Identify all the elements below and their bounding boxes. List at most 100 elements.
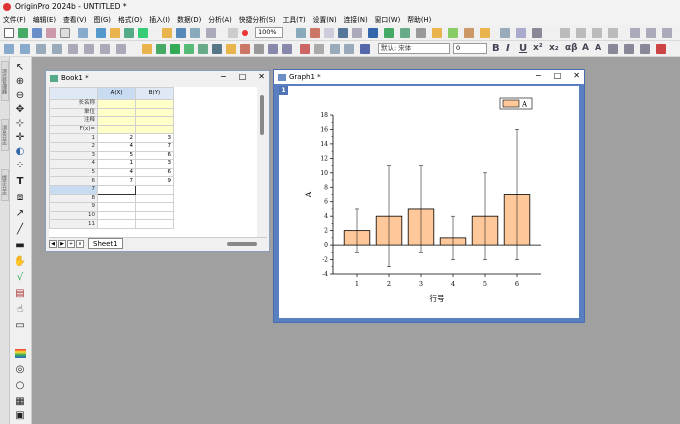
first-sheet-icon[interactable]: ◀ bbox=[49, 239, 57, 248]
maximize-button[interactable]: □ bbox=[554, 71, 562, 80]
bar-chart[interactable]: -4-20246810121416181 2 3 4 5 6行号AA bbox=[279, 86, 579, 318]
zoom-out-icon[interactable]: ⊖ bbox=[13, 89, 27, 101]
minimize-button[interactable]: − bbox=[535, 71, 542, 80]
layer-management-icon[interactable] bbox=[368, 28, 378, 38]
lasso-icon[interactable]: ☝ bbox=[13, 303, 27, 315]
meta-cell[interactable] bbox=[135, 107, 174, 118]
menu-graph[interactable]: 图(G) bbox=[94, 14, 111, 24]
front-icon[interactable] bbox=[268, 44, 278, 54]
meta-row-label[interactable]: 单位 bbox=[49, 107, 98, 118]
sheet-tab[interactable]: Sheet1 bbox=[88, 238, 123, 249]
data-cell[interactable]: 6 bbox=[135, 150, 174, 161]
data-cell[interactable]: 5 bbox=[97, 150, 136, 161]
histogram4-icon[interactable] bbox=[608, 28, 618, 38]
menu-analysis[interactable]: 分析(A) bbox=[208, 14, 232, 24]
mask-icon[interactable] bbox=[500, 28, 510, 38]
rescale-x-icon[interactable] bbox=[20, 44, 30, 54]
image-tool-icon[interactable]: ▣ bbox=[13, 409, 27, 421]
menu-window[interactable]: 窗口(W) bbox=[375, 14, 401, 24]
batch-icon[interactable] bbox=[464, 28, 474, 38]
new-project-icon[interactable] bbox=[4, 28, 14, 38]
save-template-icon[interactable] bbox=[190, 28, 200, 38]
hand-icon[interactable]: ✋ bbox=[13, 255, 27, 267]
region-selector-icon[interactable]: ⁘ bbox=[13, 159, 27, 171]
export-icon[interactable] bbox=[206, 28, 216, 38]
menu-settings[interactable]: 设置(N) bbox=[313, 14, 337, 24]
new-layout-icon[interactable] bbox=[78, 28, 88, 38]
menu-file[interactable]: 文件(F) bbox=[3, 14, 26, 24]
object-manager-icon[interactable] bbox=[400, 28, 410, 38]
graph-export-icon[interactable] bbox=[198, 44, 208, 54]
new-matrix-icon[interactable] bbox=[46, 28, 56, 38]
row-header[interactable]: 1 bbox=[49, 133, 98, 143]
prev-sheet-icon[interactable]: ▶ bbox=[58, 239, 66, 248]
anchor-icon[interactable] bbox=[100, 44, 110, 54]
menu-quick-analysis[interactable]: 快捷分析(S) bbox=[239, 14, 276, 24]
menu-edit[interactable]: 编辑(E) bbox=[33, 14, 56, 24]
data-cell[interactable] bbox=[135, 210, 174, 221]
rescale-y-icon[interactable] bbox=[36, 44, 46, 54]
sheet-list-icon[interactable]: ∨ bbox=[76, 239, 84, 248]
group-icon[interactable] bbox=[212, 44, 222, 54]
theme-icon[interactable] bbox=[240, 44, 250, 54]
lock-icon[interactable] bbox=[226, 44, 236, 54]
transform-icon[interactable] bbox=[116, 44, 126, 54]
data-cell[interactable] bbox=[135, 219, 174, 229]
add-sheet-icon[interactable]: + bbox=[67, 239, 75, 248]
save-icon[interactable] bbox=[176, 28, 186, 38]
data-cell[interactable]: 7 bbox=[135, 141, 174, 152]
meta-cell[interactable] bbox=[97, 116, 136, 126]
row-header[interactable]: 9 bbox=[49, 202, 98, 212]
redo-icon[interactable] bbox=[344, 44, 354, 54]
font-select[interactable]: 默认: 宋体 bbox=[378, 43, 450, 54]
data-cell[interactable] bbox=[97, 219, 136, 229]
scroll-thumb[interactable] bbox=[260, 95, 264, 135]
row-header-active[interactable]: 7 bbox=[49, 184, 98, 195]
menu-connect[interactable]: 连接(N) bbox=[344, 14, 368, 24]
worksheet-grid[interactable]: A(X) B(Y) 长名称 单位 注释 F(x)= 123 247 356 41… bbox=[49, 87, 257, 237]
extract-icon[interactable] bbox=[52, 44, 62, 54]
data-cell[interactable] bbox=[97, 210, 136, 221]
dock-messages-log[interactable]: 消息日志 bbox=[1, 119, 9, 151]
menu-tools[interactable]: 工具(T) bbox=[283, 14, 306, 24]
row-header[interactable]: 10 bbox=[49, 210, 98, 221]
workbook-titlebar[interactable]: Book1 * − □ ✕ bbox=[46, 71, 269, 85]
recent-icon[interactable] bbox=[138, 28, 148, 38]
zoom-select[interactable]: 100% bbox=[255, 27, 283, 38]
dock-project-explorer[interactable]: 项目管理器 bbox=[1, 61, 9, 101]
refresh-icon[interactable] bbox=[296, 28, 306, 38]
histogram-icon[interactable] bbox=[560, 28, 570, 38]
graph-page[interactable]: 1 -4 -2 0 2 4 6 8 10 12 14 16 18 1 2 3 4 5 6 行号 A A bbox=[279, 86, 579, 318]
new-notes-icon[interactable] bbox=[60, 28, 70, 38]
font-icon[interactable] bbox=[360, 44, 370, 54]
folder-icon[interactable] bbox=[162, 28, 172, 38]
find-icon[interactable] bbox=[448, 28, 458, 38]
active-cell[interactable] bbox=[97, 184, 136, 195]
target-icon[interactable]: ◎ bbox=[13, 363, 27, 375]
data-reader-icon[interactable]: ✛ bbox=[13, 131, 27, 143]
back-icon[interactable] bbox=[282, 44, 292, 54]
screen-reader-icon[interactable]: ⊹ bbox=[13, 117, 27, 129]
menu-data[interactable]: 数据(D) bbox=[177, 14, 201, 24]
learning-center-icon[interactable] bbox=[432, 28, 442, 38]
data-cell[interactable] bbox=[135, 202, 174, 212]
pointer-icon[interactable]: ↖ bbox=[13, 61, 27, 73]
meta-row-label[interactable]: F(x)= bbox=[49, 124, 98, 135]
meta-cell[interactable] bbox=[135, 124, 174, 135]
data-cell[interactable]: 7 bbox=[97, 176, 136, 186]
line-tool-icon[interactable]: ╱ bbox=[13, 223, 27, 235]
merge-icon[interactable] bbox=[68, 44, 78, 54]
menu-format[interactable]: 格式(O) bbox=[118, 14, 142, 24]
histogram2-icon[interactable] bbox=[576, 28, 586, 38]
table-tool-icon[interactable]: ▦ bbox=[13, 395, 27, 407]
undo-icon[interactable] bbox=[330, 44, 340, 54]
data-cell[interactable]: 3 bbox=[135, 159, 174, 169]
zoom-in-icon[interactable]: ⊕ bbox=[13, 75, 27, 87]
line-style-icon[interactable] bbox=[624, 44, 634, 54]
meta-row-label[interactable]: 长名称 bbox=[49, 99, 98, 109]
add-layer-icon[interactable] bbox=[142, 44, 152, 54]
code-builder-icon[interactable] bbox=[324, 28, 334, 38]
row-header[interactable]: 2 bbox=[49, 141, 98, 152]
meta-cell[interactable] bbox=[135, 99, 174, 109]
data-cell[interactable] bbox=[135, 193, 174, 204]
